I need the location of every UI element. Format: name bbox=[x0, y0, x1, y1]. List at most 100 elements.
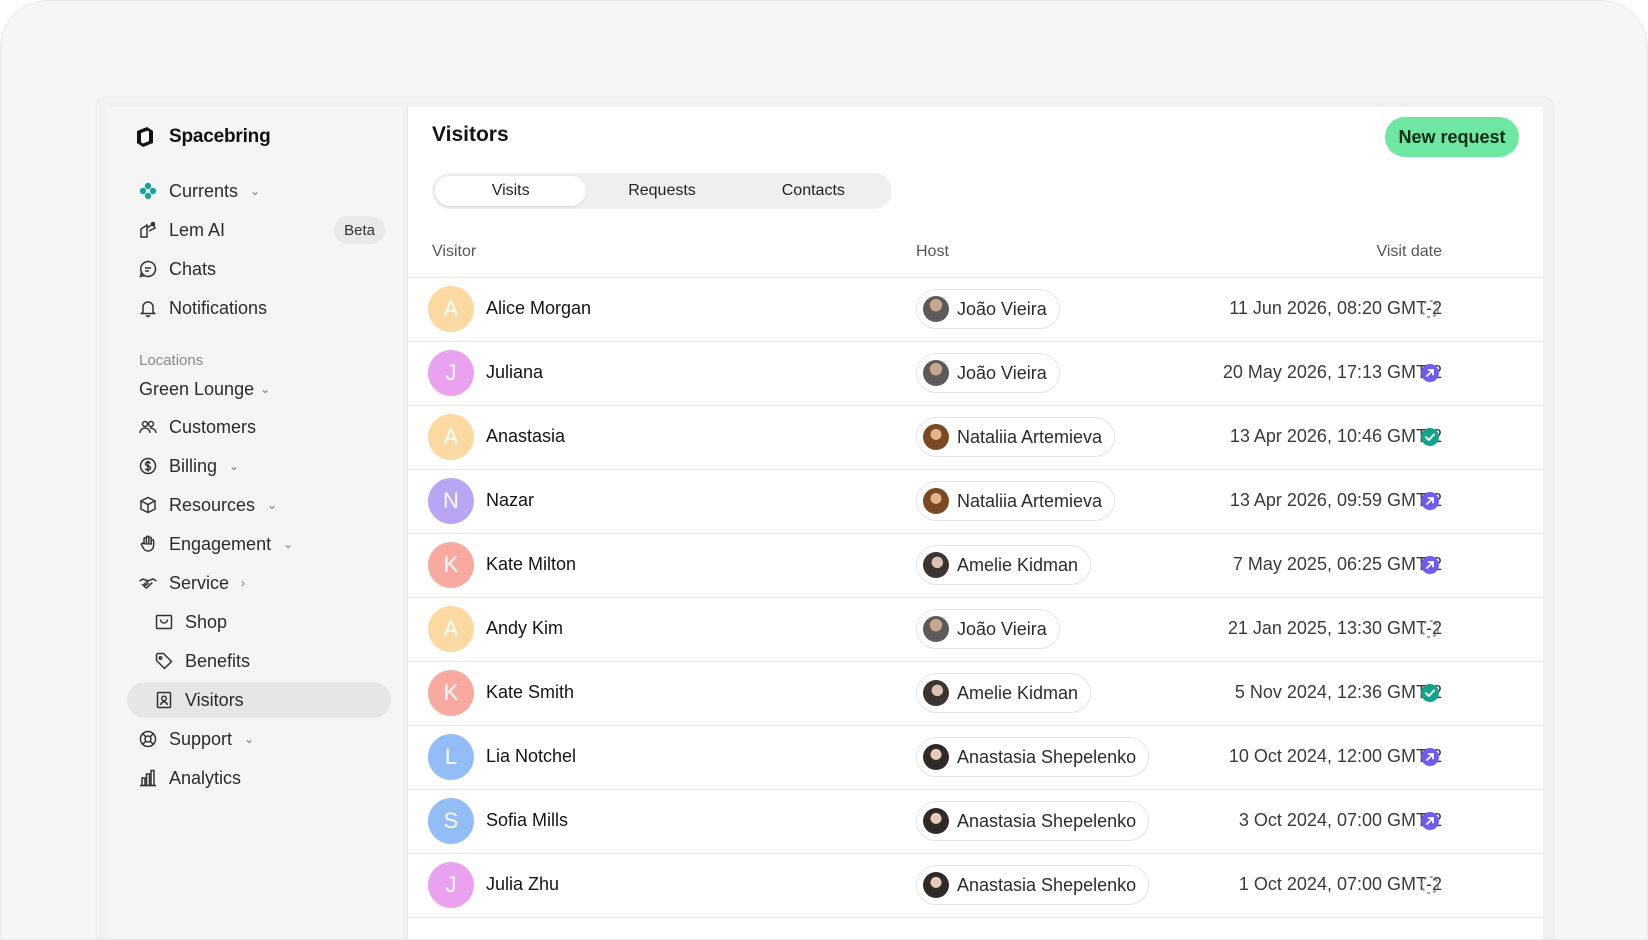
sidebar-item-billing[interactable]: Billing ⌄ bbox=[127, 448, 391, 484]
table-row[interactable]: A Andy Kim João Vieira 21 Jan 2025, 13:30 G… bbox=[408, 598, 1544, 662]
visitor-avatar: K bbox=[428, 670, 474, 716]
location-selector[interactable]: Green Lounge ⌄ bbox=[139, 371, 270, 407]
sidebar-item-lem-ai[interactable]: Lem AI Beta bbox=[127, 212, 391, 248]
sidebar-item-resources[interactable]: Resources ⌄ bbox=[127, 487, 391, 523]
bell-icon bbox=[137, 297, 159, 319]
sidebar-item-label: Customers bbox=[169, 416, 257, 437]
upcoming-status-icon bbox=[1421, 492, 1439, 510]
host-chip[interactable]: Anastasia Shepelenko bbox=[916, 737, 1150, 777]
host-name: João Vieira bbox=[957, 362, 1047, 383]
sidebar-item-currents[interactable]: Currents ⌄ bbox=[127, 173, 391, 209]
host-name: Amelie Kidman bbox=[957, 554, 1079, 575]
sidebar-item-label: Shop bbox=[185, 611, 228, 632]
table-row[interactable]: S Sofia Mills Anastasia Shepelenko 3 Oct 20… bbox=[408, 790, 1544, 854]
app-window: Spacebring Currents ⌄ Lem AI Beta Chats … bbox=[97, 97, 1553, 939]
table-row[interactable]: L Lia Notchel Anastasia Shepelenko 10 Oct 2… bbox=[408, 726, 1544, 790]
visit-date: 13 Apr 2026, 10:46 GMT-2 bbox=[1229, 426, 1442, 446]
host-avatar bbox=[923, 872, 949, 898]
upcoming-status-icon bbox=[1421, 748, 1439, 766]
visitor-avatar: J bbox=[428, 350, 474, 396]
table-row[interactable]: N Nazar Nataliia Artemieva 13 Apr 2026, 09:… bbox=[408, 470, 1544, 534]
table-row[interactable]: J Julia Zhu Anastasia Shepelenko 1 Oct 2024… bbox=[408, 854, 1544, 918]
sidebar-item-label: Service bbox=[169, 572, 230, 593]
sidebar-item-engagement[interactable]: Engagement ⌄ bbox=[127, 526, 391, 562]
sidebar-item-service[interactable]: Service › bbox=[127, 565, 391, 601]
sidebar-item-benefits[interactable]: Benefits bbox=[127, 643, 391, 679]
host-name: Amelie Kidman bbox=[957, 682, 1079, 703]
chevron-down-icon: ⌄ bbox=[267, 498, 278, 512]
locations-section-label: Locations bbox=[139, 352, 204, 369]
bar-chart-icon bbox=[137, 767, 159, 789]
visit-date: 3 Oct 2024, 07:00 GMT-2 bbox=[1238, 810, 1442, 830]
host-chip[interactable]: João Vieira bbox=[916, 353, 1060, 393]
sidebar: Spacebring Currents ⌄ Lem AI Beta Chats … bbox=[107, 107, 403, 939]
host-name: João Vieira bbox=[957, 618, 1047, 639]
host-avatar bbox=[923, 808, 949, 834]
visitor-name: Andy Kim bbox=[486, 618, 564, 638]
pending-status-icon bbox=[1421, 300, 1439, 318]
host-chip[interactable]: Nataliia Artemieva bbox=[916, 481, 1116, 521]
column-header-visitor[interactable]: Visitor bbox=[432, 243, 476, 261]
visitor-avatar: J bbox=[428, 862, 474, 908]
table-row[interactable]: A Alice Morgan João Vieira 11 Jun 2026, 08:… bbox=[408, 278, 1544, 342]
cube-icon bbox=[137, 494, 159, 516]
sidebar-item-label: Benefits bbox=[185, 650, 251, 671]
chat-icon bbox=[137, 258, 159, 280]
tab-visits[interactable]: Visits bbox=[435, 176, 587, 206]
host-chip[interactable]: João Vieira bbox=[916, 609, 1060, 649]
column-header-visit-date[interactable]: Visit date bbox=[1376, 243, 1442, 261]
visitor-avatar: K bbox=[428, 542, 474, 588]
host-name: Anastasia Shepelenko bbox=[957, 874, 1137, 895]
visitors-table: A Alice Morgan João Vieira 11 Jun 2026, 08:… bbox=[408, 277, 1544, 918]
brand-name: Spacebring bbox=[169, 126, 271, 147]
currents-icon bbox=[137, 180, 159, 202]
host-chip[interactable]: Amelie Kidman bbox=[916, 673, 1092, 713]
visit-date: 21 Jan 2025, 13:30 GMT-2 bbox=[1227, 618, 1442, 638]
host-avatar bbox=[923, 424, 949, 450]
table-row[interactable]: J Juliana João Vieira 20 May 2026, 17:13 GM… bbox=[408, 342, 1544, 406]
host-chip[interactable]: João Vieira bbox=[916, 289, 1060, 329]
tab-bar: Visits Requests Contacts bbox=[432, 173, 892, 209]
host-name: João Vieira bbox=[957, 298, 1047, 319]
table-row[interactable]: A Anastasia Nataliia Artemieva 13 Apr 2026,… bbox=[408, 406, 1544, 470]
visit-date: 10 Oct 2024, 12:00 GMT-2 bbox=[1228, 746, 1442, 766]
sidebar-item-label: Currents bbox=[169, 180, 239, 201]
hand-wave-icon bbox=[137, 533, 159, 555]
host-name: Anastasia Shepelenko bbox=[957, 746, 1137, 767]
host-avatar bbox=[923, 296, 949, 322]
tab-contacts[interactable]: Contacts bbox=[738, 176, 889, 206]
new-request-button[interactable]: New request bbox=[1385, 117, 1519, 157]
handshake-icon bbox=[137, 572, 159, 594]
host-name: Anastasia Shepelenko bbox=[957, 810, 1137, 831]
sidebar-item-visitors[interactable]: Visitors bbox=[127, 682, 391, 718]
host-chip[interactable]: Nataliia Artemieva bbox=[916, 417, 1116, 457]
host-chip[interactable]: Anastasia Shepelenko bbox=[916, 801, 1150, 841]
lifebuoy-icon bbox=[137, 728, 159, 750]
sidebar-item-customers[interactable]: Customers bbox=[127, 409, 391, 445]
visit-date: 1 Oct 2024, 07:00 GMT-2 bbox=[1238, 874, 1442, 894]
tab-requests[interactable]: Requests bbox=[586, 176, 737, 206]
brand[interactable]: Spacebring bbox=[133, 121, 271, 153]
completed-status-icon bbox=[1421, 684, 1439, 702]
chevron-down-icon: ⌄ bbox=[260, 382, 271, 396]
spacebring-logo-icon bbox=[137, 127, 153, 147]
visitor-name: Kate Milton bbox=[486, 554, 577, 574]
page-title: Visitors bbox=[432, 123, 509, 146]
main-panel: Visitors New request Visits Requests Con… bbox=[407, 107, 1544, 939]
visitor-avatar: N bbox=[428, 478, 474, 524]
host-chip[interactable]: Amelie Kidman bbox=[916, 545, 1092, 585]
sidebar-item-notifications[interactable]: Notifications bbox=[127, 290, 391, 326]
host-chip[interactable]: Anastasia Shepelenko bbox=[916, 865, 1150, 905]
sidebar-item-analytics[interactable]: Analytics bbox=[127, 760, 391, 796]
visitor-name: Anastasia bbox=[486, 426, 566, 446]
sidebar-item-shop[interactable]: Shop bbox=[127, 604, 391, 640]
lem-ai-icon bbox=[137, 219, 159, 241]
column-header-host[interactable]: Host bbox=[916, 243, 949, 261]
sidebar-item-support[interactable]: Support ⌄ bbox=[127, 721, 391, 757]
table-row[interactable]: K Kate Smith Amelie Kidman 5 Nov 2024, 12:3… bbox=[408, 662, 1544, 726]
visit-date: 5 Nov 2024, 12:36 GMT-2 bbox=[1234, 682, 1442, 702]
sidebar-item-label: Lem AI bbox=[169, 219, 226, 240]
table-row[interactable]: K Kate Milton Amelie Kidman 7 May 2025, 06:… bbox=[408, 534, 1544, 598]
visit-date: 13 Apr 2026, 09:59 GMT-2 bbox=[1229, 490, 1442, 510]
sidebar-item-chats[interactable]: Chats bbox=[127, 251, 391, 287]
